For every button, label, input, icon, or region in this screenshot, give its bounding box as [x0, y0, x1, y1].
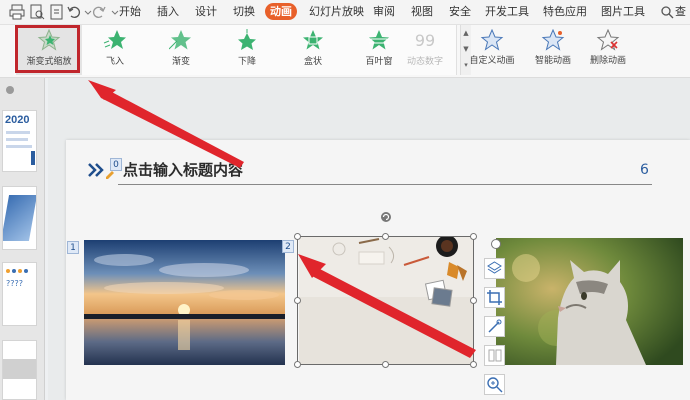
layers-icon [487, 261, 502, 274]
custom-animation-button[interactable]: 自定义动画 [466, 25, 518, 75]
undo-dropdown-icon[interactable] [79, 3, 92, 21]
tab-picture-tools[interactable]: 图片工具 [601, 3, 645, 20]
resize-handle[interactable] [294, 233, 301, 240]
magic-wand-icon [488, 319, 502, 333]
animation-label: 盒状 [303, 57, 322, 67]
animation-label: 动态数字 [406, 57, 443, 67]
resize-handle[interactable] [470, 233, 477, 240]
more-dropdown-icon[interactable] [106, 3, 119, 21]
export-icon[interactable] [48, 3, 66, 21]
tab-design[interactable]: 设计 [193, 3, 219, 20]
animation-label: 飞入 [105, 57, 124, 67]
star-fade-icon [169, 30, 191, 50]
custom-animation-label: 自定义动画 [469, 56, 515, 66]
delete-animation-label: 删除动画 [589, 56, 626, 66]
animation-fly-in[interactable]: 飞入 [82, 25, 148, 75]
sunset-picture[interactable] [84, 240, 285, 365]
zoom-tool-button[interactable] [484, 374, 505, 395]
title-underline [118, 184, 652, 185]
search-icon[interactable] [660, 4, 674, 19]
search-label[interactable]: 查 [675, 3, 689, 20]
custom-animation-icon [480, 29, 504, 51]
tab-view[interactable]: 视图 [409, 3, 435, 20]
smart-animation-icon [541, 29, 565, 51]
pencil-icon [106, 171, 114, 179]
tab-slideshow[interactable]: 幻灯片放映 [309, 3, 364, 20]
star-descend-icon [238, 29, 256, 50]
star-blinds-icon [369, 30, 389, 50]
collapse-handle[interactable] [491, 239, 501, 249]
crop-tool-button[interactable] [484, 287, 505, 308]
rotate-handle-icon[interactable] [380, 211, 392, 223]
delete-animation-button[interactable]: 删除动画 [585, 25, 631, 75]
picture-animation-tag-2[interactable]: 2 [282, 240, 294, 253]
animation-fade[interactable]: 渐变 [148, 25, 214, 75]
slide-page-number: 6 [640, 162, 649, 178]
split-tool-button[interactable] [484, 345, 505, 366]
print-preview-icon[interactable] [28, 3, 46, 21]
tab-transition[interactable]: 切换 [231, 3, 257, 20]
animation-box[interactable]: 盒状 [280, 25, 346, 75]
resize-handle[interactable] [470, 297, 477, 304]
tab-developer[interactable]: 开发工具 [485, 3, 529, 20]
animation-dynamic-number[interactable]: 99 动态数字 [392, 25, 458, 75]
thumbnail-glyphs: ???? [6, 279, 23, 288]
star-box-icon [303, 30, 323, 50]
tab-insert[interactable]: 插入 [155, 3, 181, 20]
layers-tool-button[interactable] [484, 258, 505, 279]
resize-handle[interactable] [294, 297, 301, 304]
slide-thumbnail[interactable]: 2020 [2, 110, 37, 172]
thumbnail-year: 2020 [5, 114, 30, 126]
menu-bar: 开始 插入 设计 切换 动画 幻灯片放映 审阅 视图 安全 开发工具 特色应用 … [0, 0, 690, 25]
animation-gallery: 渐变式缩放 飞入 渐变 下降 盒状 百叶窗 99 动态数字 ▲ ▼ ▾ [14, 25, 471, 75]
animation-label: 下降 [237, 57, 256, 67]
resize-handle[interactable] [294, 361, 301, 368]
tab-animation[interactable]: 动画 [265, 3, 297, 20]
magic-tool-button[interactable] [484, 316, 505, 337]
zoom-in-icon [487, 377, 503, 393]
slide-thumbnail[interactable] [2, 186, 37, 250]
print-icon[interactable] [8, 3, 26, 21]
smart-animation-label: 智能动画 [534, 56, 571, 66]
slide-thumbnail[interactable]: ???? [2, 262, 37, 326]
tab-security[interactable]: 安全 [447, 3, 473, 20]
tab-features[interactable]: 特色应用 [543, 3, 587, 20]
slide-thumbnail[interactable] [2, 340, 37, 400]
cat-picture[interactable] [496, 238, 683, 365]
delete-animation-icon [596, 29, 620, 51]
resize-handle[interactable] [382, 233, 389, 240]
tab-home[interactable]: 开始 [117, 3, 143, 20]
crop-icon [487, 290, 502, 305]
animation-label: 渐变 [171, 57, 190, 67]
slide-title[interactable]: 点击输入标题内容 [123, 159, 243, 180]
resize-handle[interactable] [382, 361, 389, 368]
tab-review[interactable]: 审阅 [371, 3, 397, 20]
pane-scroll-knob[interactable] [6, 86, 14, 94]
dynamic-number-icon: 99 [415, 31, 435, 50]
slide-thumbnail-pane: 2020 ???? [0, 78, 45, 400]
animation-ribbon: 渐变式缩放 飞入 渐变 下降 盒状 百叶窗 99 动态数字 ▲ ▼ ▾ 自定义动… [0, 25, 690, 78]
resize-handle[interactable] [470, 361, 477, 368]
svg-text:99: 99 [415, 31, 435, 50]
picture-selection-frame [297, 236, 474, 365]
smart-animation-button[interactable]: 智能动画 [525, 25, 581, 75]
star-fly-in-icon [103, 30, 126, 49]
picture-animation-tag-1[interactable]: 1 [67, 241, 79, 254]
fade-zoom-highlight-box [15, 25, 80, 73]
animation-descend[interactable]: 下降 [214, 25, 280, 75]
split-icon [488, 349, 502, 362]
